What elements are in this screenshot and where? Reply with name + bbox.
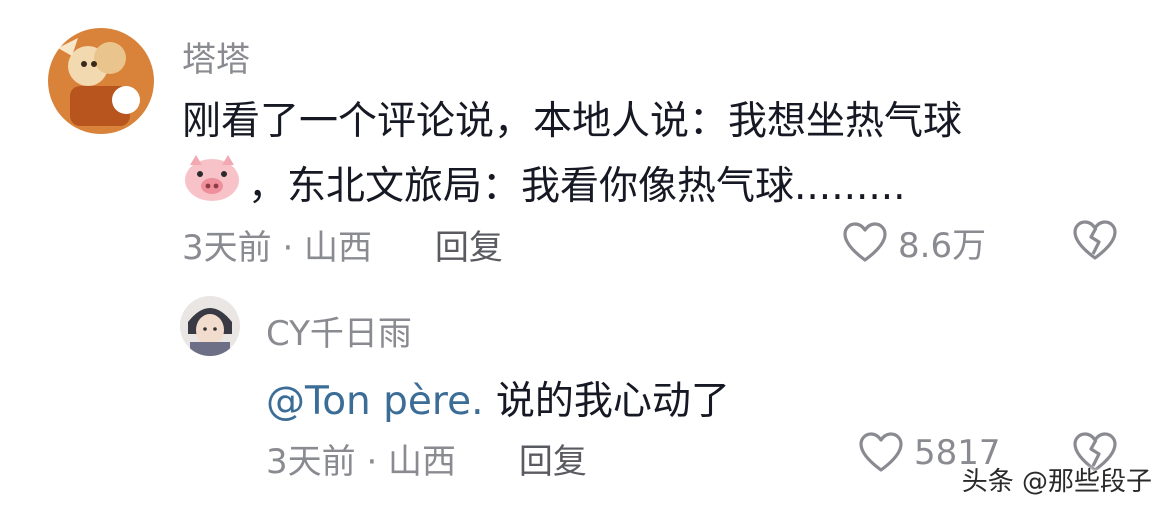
comment-username[interactable]: CY千日雨 <box>266 306 412 355</box>
time-location: 3天前 · 山西 <box>266 442 457 482</box>
mention-link[interactable]: @Ton père. <box>266 379 484 424</box>
like-count: 8.6万 <box>898 226 987 266</box>
comment-username[interactable]: 塔塔 <box>182 32 250 81</box>
reply-button[interactable]: 回复 <box>435 228 503 268</box>
comment-text-line-1: 刚看了一个评论说，本地人说：我想坐热气球 <box>182 99 963 144</box>
reply-button[interactable]: 回复 <box>519 442 587 482</box>
like-button[interactable]: 8.6万 <box>842 218 986 267</box>
heart-icon <box>858 432 904 474</box>
comment-text-line-2-content: ，东北文旅局：我看你像热气球......... <box>248 164 906 209</box>
comment-meta: 3天前 · 山西 回复 <box>266 434 587 483</box>
avatar[interactable] <box>48 28 154 134</box>
dislike-button[interactable] <box>1072 220 1118 262</box>
watermark: 头条 @那些段子 <box>961 467 1152 497</box>
avatar[interactable] <box>180 296 240 356</box>
heart-icon <box>842 221 888 264</box>
comment-meta: 3天前 · 山西 回复 <box>182 220 503 269</box>
pig-face-icon <box>182 153 242 213</box>
comment-text: @Ton père. 说的我心动了 <box>266 370 730 426</box>
broken-heart-icon <box>1072 220 1118 262</box>
time-location: 3天前 · 山西 <box>182 228 373 268</box>
comment-text-content: 说的我心动了 <box>483 379 730 424</box>
comment-text-line-2: ，东北文旅局：我看你像热气球......... <box>182 153 906 213</box>
